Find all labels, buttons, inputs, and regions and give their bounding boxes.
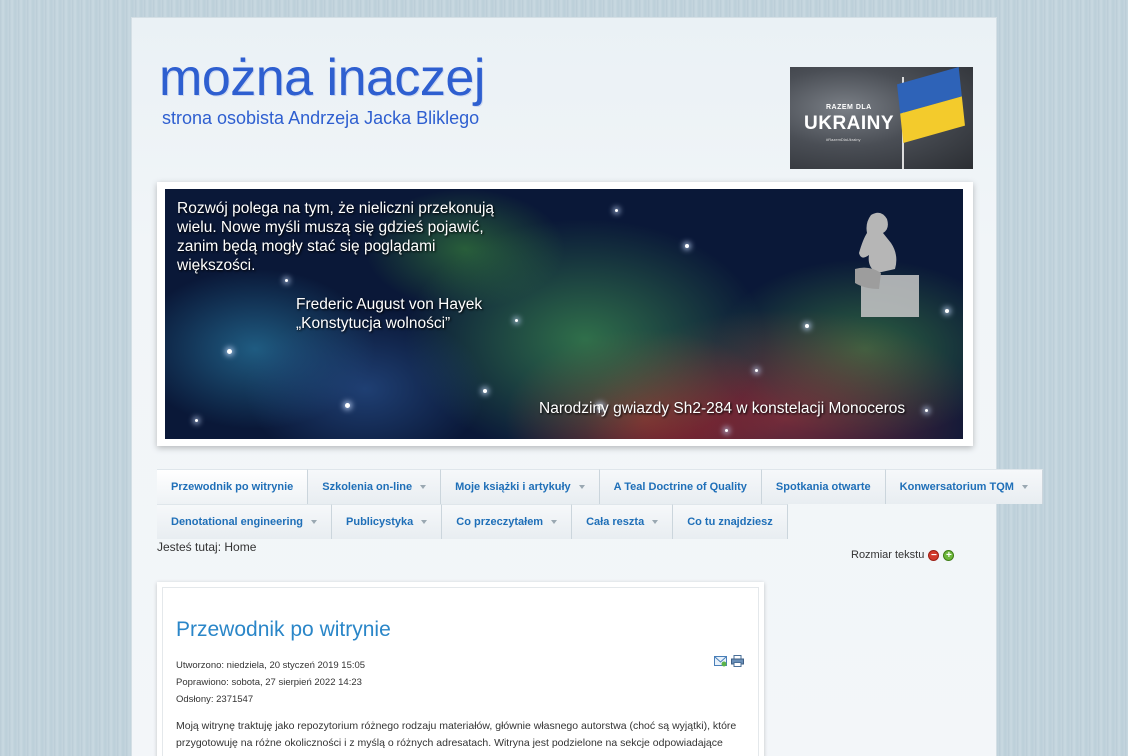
text-size-control: Rozmiar tekstu − + [851,549,955,561]
breadcrumb: Jesteś tutaj: Home [157,540,256,554]
site-title[interactable]: można inaczej [159,48,485,108]
hero-author-work: „Konstytucja wolności” [296,315,451,332]
nav-item-przeczytalem[interactable]: Co przeczytałem [442,504,573,539]
chevron-down-icon [578,485,585,489]
banner-tag: #RazemDlaUkrainy [826,137,861,142]
banner-line1: RAZEM DLA [826,104,872,111]
chevron-down-icon [420,485,427,489]
article-hits: Odsłony: 2371547 [176,694,254,705]
nav-item-konwersatorium[interactable]: Konwersatorium TQM [885,469,1043,504]
site-subtitle: strona osobista Andrzeja Jacka Bliklego [162,108,480,128]
article-actions [714,655,744,667]
article-body: Moją witrynę traktuję jako repozytorium … [176,718,746,752]
article-title[interactable]: Przewodnik po witrynie [176,618,391,642]
article-modified: Poprawiono: sobota, 27 sierpień 2022 14:… [176,677,362,688]
nav-item-przewodnik[interactable]: Przewodnik po witrynie [157,469,309,504]
main-navigation: Przewodnik po witrynie Szkolenia on-line… [157,469,1043,539]
nav-item-co-tu[interactable]: Co tu znajdziesz [673,504,788,539]
nav-item-ksiazki[interactable]: Moje książki i artykuły [441,469,600,504]
breadcrumb-current: Home [224,540,257,554]
hero-caption: Narodziny gwiazdy Sh2-284 w konstelacji … [539,400,906,417]
nav-item-publicystyka[interactable]: Publicystyka [332,504,443,539]
article-created: Utworzono: niedziela, 20 styczeń 2019 15… [176,660,366,671]
hero-author: Frederic August von Hayek „Konstytucja w… [296,295,482,333]
hero-quote: Rozwój polega na tym, że nieliczni przek… [177,200,495,274]
email-icon[interactable] [714,655,727,667]
hero-frame: Rozwój polega na tym, że nieliczni przek… [157,182,973,446]
chevron-down-icon [1021,485,1028,489]
article: Przewodnik po witrynie Utworzono: niedzi… [162,587,759,756]
text-size-label: Rozmiar tekstu [851,549,925,561]
nav-row-1: Przewodnik po witrynie Szkolenia on-line… [157,469,1043,504]
banner-line2: UKRAINY [804,113,895,134]
nav-row-2: Denotational engineering Publicystyka Co… [157,504,963,539]
ukraine-banner[interactable]: RAZEM DLA UKRAINY #RazemDlaUkrainy [790,67,973,169]
chevron-down-icon [652,520,659,524]
chevron-down-icon [311,520,318,524]
breadcrumb-prefix: Jesteś tutaj: [157,540,222,554]
nav-item-teal[interactable]: A Teal Doctrine of Quality [599,469,762,504]
nav-item-cala-reszta[interactable]: Cała reszta [572,504,674,539]
increase-text-size-button[interactable]: + [943,549,955,561]
article-body-line: Moją witrynę traktuję jako repozytorium … [176,720,737,732]
print-icon[interactable] [731,655,744,667]
hero-author-name: Frederic August von Hayek [296,296,483,313]
page-container: można inaczej strona osobista Andrzeja J… [131,17,1043,756]
article-body-line: przygotowuję na różne okoliczności i z m… [176,737,723,749]
chevron-down-icon [421,520,428,524]
hero-image: Rozwój polega na tym, że nieliczni przek… [165,189,963,439]
nav-item-spotkania[interactable]: Spotkania otwarte [761,469,886,504]
thinker-statue-icon [855,212,919,317]
article-frame: Przewodnik po witrynie Utworzono: niedzi… [157,582,764,756]
ukraine-flag-icon [897,67,965,143]
nav-item-szkolenia[interactable]: Szkolenia on-line [308,469,442,504]
decrease-text-size-button[interactable]: − [928,549,940,561]
chevron-down-icon [551,520,558,524]
nav-item-denotational[interactable]: Denotational engineering [157,504,333,539]
